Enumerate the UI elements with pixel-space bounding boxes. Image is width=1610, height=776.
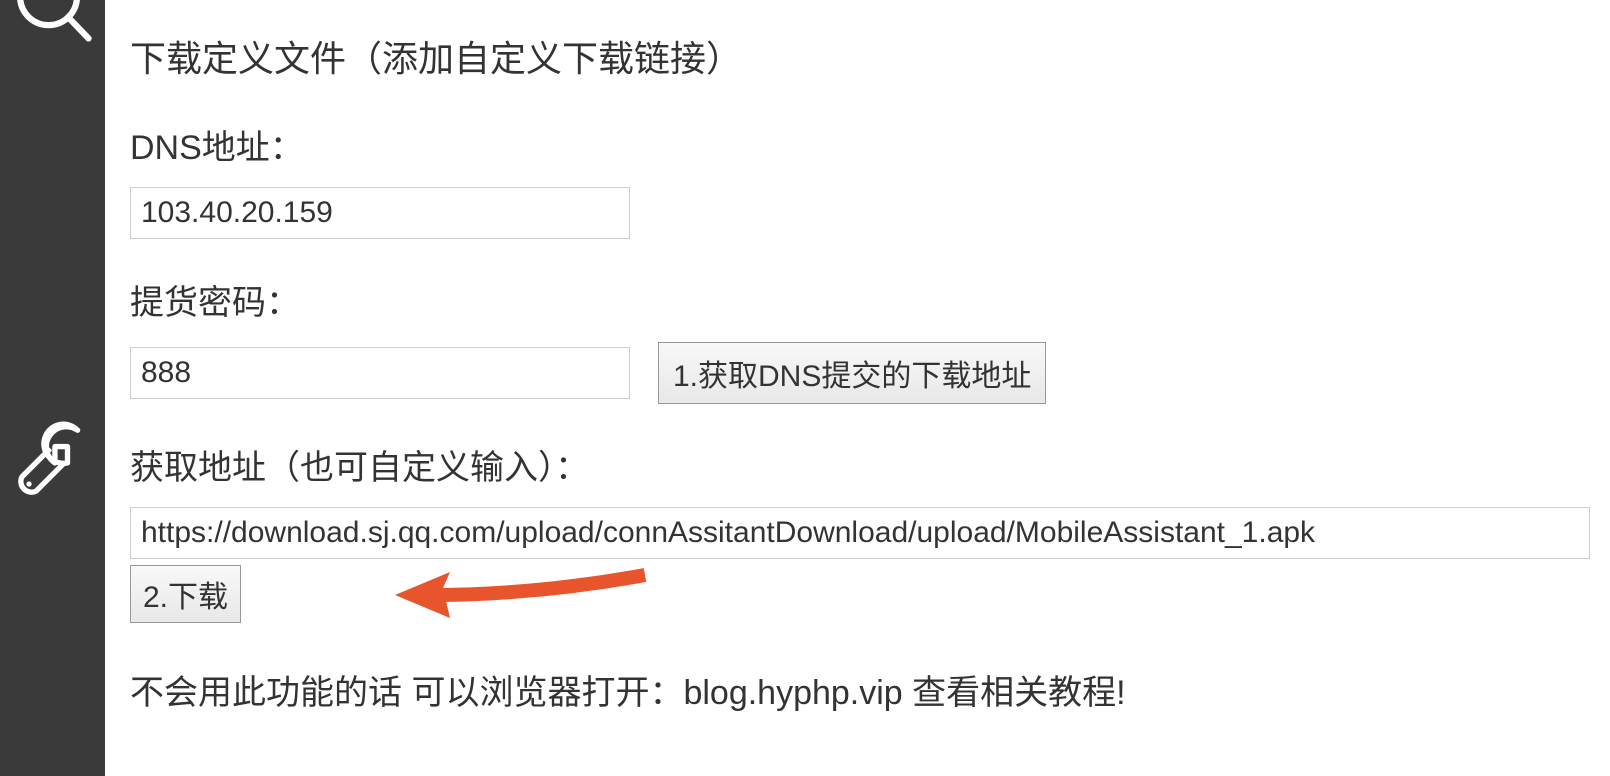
wrench-icon[interactable] — [13, 420, 93, 500]
fetch-dns-button[interactable]: 1.获取DNS提交的下载地址 — [658, 342, 1046, 404]
dns-field-group: DNS地址： — [130, 120, 1590, 239]
url-input[interactable] — [130, 507, 1590, 559]
magnifier-icon[interactable] — [13, 0, 93, 50]
main-content: 下载定义文件（添加自定义下载链接） DNS地址： 提货密码： 1.获取DNS提交… — [105, 0, 1610, 776]
dns-input[interactable] — [130, 187, 630, 239]
password-input[interactable] — [130, 347, 630, 399]
url-field-group: 获取地址（也可自定义输入）： 2.下载 — [130, 440, 1590, 623]
download-button[interactable]: 2.下载 — [130, 565, 241, 623]
help-text: 不会用此功能的话 可以浏览器打开：blog.hyphp.vip 查看相关教程! — [130, 665, 1590, 714]
dns-label: DNS地址： — [130, 120, 1590, 169]
page-title: 下载定义文件（添加自定义下载链接） — [130, 30, 1590, 82]
sidebar — [0, 0, 105, 776]
url-label: 获取地址（也可自定义输入）： — [130, 440, 1590, 489]
password-field-group: 提货密码： 1.获取DNS提交的下载地址 — [130, 275, 1590, 404]
password-label: 提货密码： — [130, 275, 1590, 324]
